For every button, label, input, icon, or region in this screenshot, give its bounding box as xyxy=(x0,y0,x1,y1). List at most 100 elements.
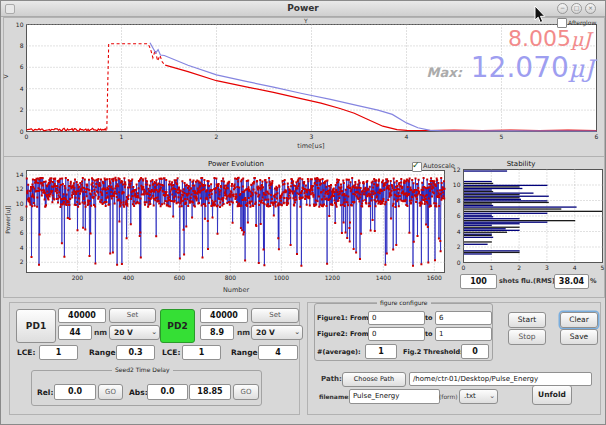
thresh-field[interactable]: 0 xyxy=(461,344,489,359)
range1-field[interactable]: 0.3 xyxy=(116,345,155,360)
lce1-field[interactable]: 1 xyxy=(39,345,78,360)
rms-field[interactable]: 38.04 xyxy=(554,274,589,289)
form-label: (form) xyxy=(439,393,458,400)
top-plot-ylabel: V xyxy=(2,74,9,78)
pd1-set-button[interactable]: Set xyxy=(109,308,156,323)
rel-label: Rel: xyxy=(37,388,53,397)
evolution-ytick: 4 xyxy=(20,244,24,251)
fig1-to-field[interactable]: 6 xyxy=(435,311,492,325)
seed2-title: Seed2 Time Delay xyxy=(112,366,173,373)
evolution-ytick: 6 xyxy=(20,229,24,236)
evolution-xtick: 400 xyxy=(123,274,135,281)
fig2-to-field[interactable]: 1 xyxy=(435,327,492,341)
shots-field[interactable]: 100 xyxy=(460,274,497,289)
evolution-xtick: 600 xyxy=(174,274,186,281)
stability-ytick: 0 xyxy=(457,259,461,266)
pd1-count-field[interactable]: 40000 xyxy=(58,308,106,323)
stability-ytick: 8 xyxy=(457,197,461,204)
rel-field[interactable]: 0.0 xyxy=(54,384,96,400)
lce2-label: LCE: xyxy=(162,348,180,357)
readout-current: 8.005µJ xyxy=(351,26,591,51)
avg-field[interactable]: 1 xyxy=(365,344,397,359)
fig2-from-field[interactable]: 0 xyxy=(368,327,425,341)
burst-xtick: 6 xyxy=(595,133,599,140)
stability-xtick: 3 xyxy=(545,264,549,271)
stability-ytick: 6 xyxy=(457,212,461,219)
fig1-to-label: to xyxy=(425,314,433,322)
lce2-field[interactable]: 1 xyxy=(182,345,221,360)
pd2-nm-field[interactable]: 8.9 xyxy=(200,325,234,340)
abs-field[interactable]: 0.0 xyxy=(147,384,188,400)
range2-field[interactable]: 4 xyxy=(258,345,298,360)
format-select[interactable]: .txt⌄ xyxy=(459,389,498,404)
pd1-nm-field[interactable]: 44 xyxy=(58,325,92,340)
burst-ytick: 0 xyxy=(20,128,24,135)
pd2-nm-label: nm xyxy=(237,328,250,337)
stability-ytick: 4 xyxy=(457,228,461,235)
burst-xtick: 4 xyxy=(405,133,409,140)
evolution-ytick: 14 xyxy=(16,171,24,178)
burst-xtick: 2 xyxy=(215,133,219,140)
filename-label: filename: xyxy=(319,393,351,400)
range2-label: Range: xyxy=(231,348,261,357)
afterglow-label: Afterglow xyxy=(568,19,596,26)
pd1-voltage-select[interactable]: 20 V⌄ xyxy=(109,325,160,340)
pd2-button[interactable]: PD2 xyxy=(160,309,195,343)
path-field[interactable]: /home/ctr-01/Desktop/Pulse_Energy xyxy=(409,372,592,386)
start-button[interactable]: Start xyxy=(508,312,546,328)
stability-title: Stability xyxy=(488,160,554,168)
pd2-set-button[interactable]: Set xyxy=(251,308,299,323)
filename-field[interactable]: Pulse_Energy xyxy=(349,389,440,404)
evolution-xtick: 200 xyxy=(72,274,84,281)
clear-button[interactable]: Clear xyxy=(560,312,598,328)
abs2-field[interactable]: 18.85 xyxy=(189,384,231,400)
fig2-label: Figure2: From xyxy=(317,330,368,338)
range1-label: Range: xyxy=(89,348,119,357)
choose-path-button[interactable]: Choose Path xyxy=(342,372,406,387)
burst-ytick: 2 xyxy=(20,106,24,113)
fig1-from-field[interactable]: 0 xyxy=(368,311,425,325)
evolution-ylabel: Power[uJ] xyxy=(4,205,11,233)
stability-xtick: 2 xyxy=(517,264,521,271)
evolution-xtick: 800 xyxy=(225,274,237,281)
burst-xtick: 3 xyxy=(310,133,314,140)
figure-config-title: figure configure xyxy=(377,299,431,306)
evolution-ytick: 8 xyxy=(20,215,24,222)
lce1-label: LCE: xyxy=(17,348,35,357)
stability-xtick: 4 xyxy=(573,264,577,271)
thresh-label: Fig.2 Threshold: xyxy=(403,348,463,356)
pd2-voltage-select[interactable]: 20 V⌄ xyxy=(251,325,303,340)
stability-ytick: 10 xyxy=(453,181,461,188)
abs-label: Abs: xyxy=(129,388,148,397)
stability-xtick: 0 xyxy=(462,264,466,271)
evolution-xlabel: Number xyxy=(186,286,286,294)
burst-xtick: 0 xyxy=(25,133,29,140)
mouse-cursor xyxy=(534,6,548,26)
evolution-xtick: 1400 xyxy=(376,274,391,281)
rms-label: flu.(RMS): xyxy=(521,277,558,285)
abs-go-button[interactable]: GO xyxy=(233,384,259,400)
evolution-title: Power Evolution xyxy=(156,160,316,168)
chevron-down-icon: ⌄ xyxy=(489,390,495,403)
burst-ytick: 4 xyxy=(20,85,24,92)
evolution-xtick: 1000 xyxy=(274,274,289,281)
fig2-to-label: to xyxy=(425,330,433,338)
burst-xtick: 5 xyxy=(500,133,504,140)
chevron-down-icon: ⌄ xyxy=(294,326,300,339)
stop-button[interactable]: Stop xyxy=(508,329,546,345)
readout-max: Max: 12.070µJ xyxy=(336,51,594,84)
stability-ytick: 2 xyxy=(457,243,461,250)
max-label: Max: xyxy=(427,65,462,80)
burst-ytick: 8 xyxy=(20,42,24,49)
autoscale-checkbox[interactable]: ✓ xyxy=(412,162,422,172)
save-button[interactable]: Save xyxy=(560,329,598,345)
unfold-button[interactable]: Unfold xyxy=(532,385,572,405)
burst-ytick: 10 xyxy=(16,21,24,28)
rel-go-button[interactable]: GO xyxy=(98,384,123,400)
pd2-count-field[interactable]: 40000 xyxy=(200,308,248,323)
stability-xtick: 5 xyxy=(601,264,605,271)
pd1-button[interactable]: PD1 xyxy=(16,309,56,343)
autoscale-label: Autoscale xyxy=(423,162,455,170)
fig1-label: Figure1: From xyxy=(317,314,368,322)
stability-xtick: 1 xyxy=(489,264,493,271)
